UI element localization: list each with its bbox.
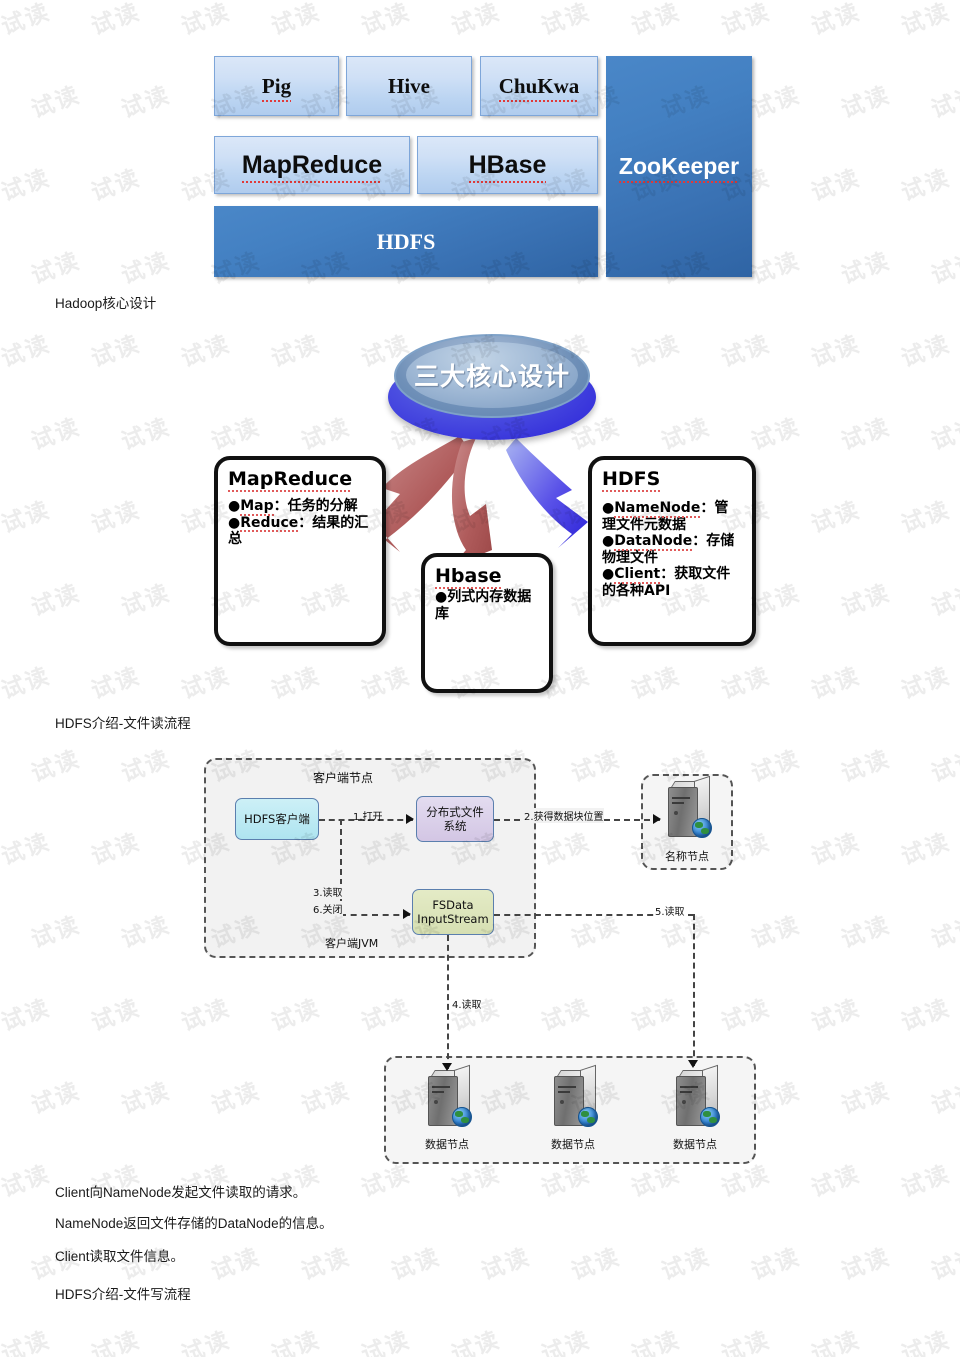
stack-box-chukwa: ChuKwa [480, 56, 598, 116]
node-namenode-label: 名称节点 [665, 850, 709, 863]
stack-box-hdfs-label: HDFS [376, 228, 436, 254]
connector-read-5-down [693, 914, 695, 1066]
node-datanode-1-label: 数据节点 [425, 1138, 469, 1151]
arrowhead-client-to-fsdata [403, 909, 411, 919]
zone-client-node-label: 客户端节点 [313, 771, 374, 785]
figure-three-core-designs: 三大核心设计 MapReduce ●Map：任务的分解 ●Reduce：结果的汇… [0, 318, 960, 708]
stack-box-zookeeper: ZooKeeper [606, 56, 752, 277]
arrowhead-open [406, 814, 414, 824]
step-label-5: 5.读取 [655, 903, 685, 918]
connector-read-4 [447, 935, 449, 1069]
flow-box-hdfs-client-label: HDFS客户端 [244, 811, 310, 826]
step-label-3: 3.读取 [313, 884, 343, 899]
hub-label: 三大核心设计 [413, 362, 570, 391]
stack-box-hive: Hive [346, 56, 472, 116]
arrowhead-get-block-locations [653, 814, 661, 824]
core-box-hbase-item-1: ●列式内存数据库 [435, 589, 532, 622]
core-box-mapreduce: MapReduce ●Map：任务的分解 ●Reduce：结果的汇总 [214, 456, 386, 646]
core-box-hbase-title: Hbase [435, 565, 502, 589]
body-line-4: HDFS介绍-文件写流程 [55, 1287, 191, 1302]
caption-hadoop-core-design: Hadoop核心设计 [55, 296, 157, 311]
flow-box-fsdata-label: FSData InputStream [417, 897, 489, 926]
flow-box-distributed-file-system: 分布式文件系统 [416, 796, 494, 842]
stack-box-hbase-label: HBase [468, 150, 547, 183]
core-box-mapreduce-item-2: ●Reduce：结果的汇总 [228, 514, 369, 548]
server-datanode-1-icon [424, 1064, 472, 1127]
stack-box-mapreduce: MapReduce [214, 136, 410, 194]
core-box-hdfs-title: HDFS [602, 468, 661, 492]
server-datanode-3-icon [672, 1064, 720, 1127]
stack-box-pig: Pig [214, 56, 339, 116]
core-box-hbase: Hbase ●列式内存数据库 [421, 553, 553, 693]
caption-hdfs-read-flow: HDFS介绍-文件读流程 [55, 716, 191, 731]
globe-icon [700, 1107, 720, 1127]
globe-icon [452, 1107, 472, 1127]
globe-icon [692, 818, 712, 838]
step-label-4: 4.读取 [452, 1000, 482, 1011]
core-box-mapreduce-item-1: ●Map：任务的分解 [228, 498, 358, 516]
stack-box-mapreduce-label: MapReduce [241, 150, 383, 183]
step-label-2: 2.获得数据块位置 [524, 808, 604, 823]
body-line-2: NameNode返回文件存储的DataNode的信息。 [55, 1216, 333, 1231]
node-datanode-3-label: 数据节点 [673, 1138, 717, 1151]
connector-client-to-fsdata [340, 914, 410, 916]
flow-box-fsdata-inputstream: FSData InputStream [412, 889, 494, 935]
globe-icon [578, 1107, 598, 1127]
server-datanode-2-icon [550, 1064, 598, 1127]
body-line-1: Client向NameNode发起文件读取的请求。 [55, 1185, 307, 1200]
step-label-1: 1.打开 [353, 812, 383, 823]
core-box-hdfs-item-2: ●DataNode：存储物理文件 [602, 533, 735, 566]
body-line-3: Client读取文件信息。 [55, 1249, 185, 1264]
stack-box-hbase: HBase [417, 136, 598, 194]
arrowhead-read-5 [688, 1060, 698, 1068]
stack-box-hive-label: Hive [388, 73, 430, 98]
hub-disc-face: 三大核心设计 [406, 342, 578, 408]
stack-box-chukwa-label: ChuKwa [498, 73, 580, 102]
stack-box-pig-label: Pig [261, 73, 292, 102]
stack-box-hdfs: HDFS [214, 206, 598, 277]
flow-box-dfs-label: 分布式文件系统 [426, 804, 484, 833]
figure-hadoop-ecosystem-stack: Pig Hive ChuKwa MapReduce HBase HDFS Zoo… [0, 0, 960, 300]
stack-box-zookeeper-label: ZooKeeper [618, 153, 740, 183]
arrowhead-read-4 [442, 1063, 452, 1071]
node-datanode-2-label: 数据节点 [551, 1138, 595, 1151]
core-box-hdfs-item-1: ●NameNode：管理文件元数据 [602, 500, 729, 533]
document-page: Pig Hive ChuKwa MapReduce HBase HDFS Zoo… [0, 0, 960, 1357]
step-label-6: 6.关闭 [313, 901, 343, 916]
server-namenode-icon [664, 775, 712, 838]
figure-hdfs-read-flow: 客户端节点 客户端JVM 名称节点 数据节点 数据节点 数据节点 HDFS客户端… [0, 748, 960, 1173]
core-design-hub: 三大核心设计 [388, 332, 596, 442]
core-box-mapreduce-title: MapReduce [228, 468, 353, 492]
flow-box-hdfs-client: HDFS客户端 [235, 798, 319, 840]
core-box-hdfs-item-3: ●Client：获取文件的各种API [602, 566, 731, 599]
core-box-hdfs: HDFS ●NameNode：管理文件元数据 ●DataNode：存储物理文件 … [588, 456, 756, 646]
zone-client-jvm-label: 客户端JVM [325, 937, 379, 950]
